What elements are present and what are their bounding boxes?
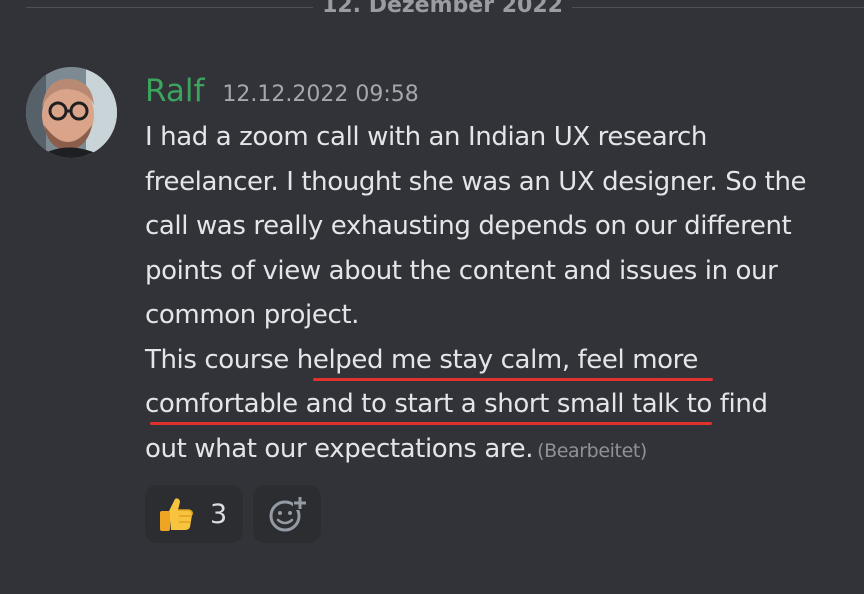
avatar[interactable] <box>26 67 117 158</box>
message-line-text: out what our expectations are. <box>145 433 534 464</box>
message-line: This course helped me stay calm, feel mo… <box>145 344 698 375</box>
message-timestamp: 12.12.2022 09:58 <box>222 82 419 107</box>
message-line-last: out what our expectations are. (Bearbeite… <box>145 427 860 474</box>
divider-date: 12. Dezember 2022 <box>322 0 563 18</box>
highlight-underline-2 <box>150 422 712 425</box>
highlight-underline-1 <box>313 378 713 381</box>
message-header: Ralf 12.12.2022 09:58 <box>145 73 419 113</box>
message-line: freelancer. I thought she was an UX desi… <box>145 166 807 197</box>
message-line: I had a zoom call with an Indian UX rese… <box>145 122 707 152</box>
date-divider: 12. Dezember 2022 <box>0 0 864 22</box>
message-line: comfortable and to start a short small t… <box>145 389 768 419</box>
thumbs-up-icon <box>160 498 193 531</box>
edited-label: (Bearbeitet) <box>537 439 647 462</box>
avatar-photo <box>26 67 117 158</box>
message-line: common project. <box>145 300 360 330</box>
reaction-count: 3 <box>210 498 228 530</box>
divider-line-left <box>26 7 313 8</box>
author-name[interactable]: Ralf <box>145 73 204 109</box>
add-reaction-icon <box>269 496 307 532</box>
message-content: I had a zoom call with an Indian UX rese… <box>145 115 860 473</box>
divider-line-right <box>572 7 864 8</box>
add-reaction-button[interactable] <box>253 485 321 543</box>
message-line: points of view about the content and iss… <box>145 255 778 286</box>
message-line: call was really exhausting depends on ou… <box>145 211 792 241</box>
reaction-thumbs-up[interactable]: 3 <box>145 485 243 543</box>
